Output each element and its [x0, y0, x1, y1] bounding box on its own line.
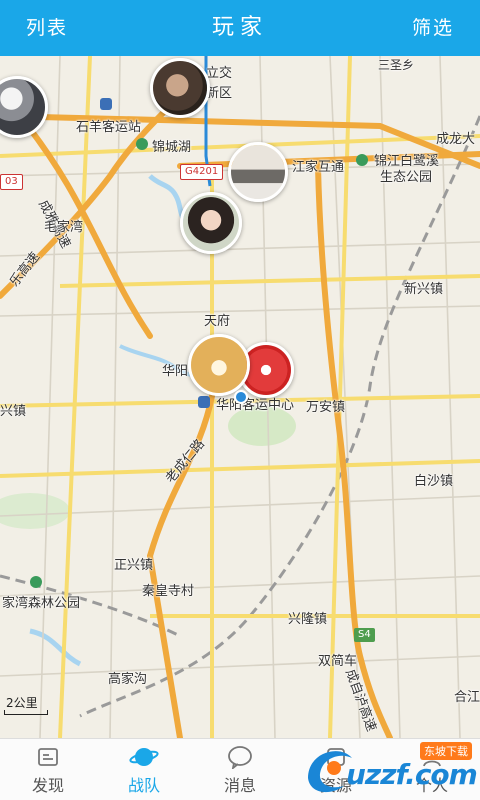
tab-discover[interactable]: 发现 — [0, 739, 96, 800]
tab-label: 个人 — [415, 775, 448, 795]
road-tag-03: 03 — [0, 174, 23, 190]
map-label-jinjiang-park2: 生态公园 — [380, 170, 433, 185]
bus-station-icon — [198, 396, 210, 408]
map-label-jiangjiahutong: 江家互通 — [292, 160, 345, 175]
map-label-qinhuang-temple: 秦皇寺村 — [142, 584, 195, 599]
map-label-xinxingzhen: 新兴镇 — [404, 282, 444, 297]
page-title: 玩家 — [211, 15, 268, 40]
map-label-gaojiagou: 高家沟 — [108, 672, 148, 687]
map-label-huayang-bus: 华阳客运中心 — [216, 398, 295, 413]
map-view[interactable]: 立交 新区 三圣乡 石羊客运站 锦城湖 成龙大 G4201 03 江家互通 锦江… — [0, 56, 480, 738]
top-app-bar: 列表 玩家 筛选 — [0, 0, 480, 56]
tab-label: 发现 — [31, 775, 64, 795]
map-label-hejiang: 合江 — [454, 690, 480, 705]
tab-resources[interactable]: 资源 — [288, 739, 384, 800]
park-icon — [136, 138, 148, 150]
park-icon — [356, 154, 368, 166]
map-label-shiyang-bus: 石羊客运站 — [76, 120, 142, 135]
map-label-jinchenghu: 锦城湖 — [152, 140, 192, 155]
map-label-xinglongzhen: 兴隆镇 — [288, 612, 328, 627]
tab-label: 战队 — [127, 775, 160, 795]
map-label-lijiao: 立交 — [206, 66, 233, 81]
map-label-chenglongda: 成龙大 — [436, 132, 476, 147]
map-label-huayang: 华阳 — [162, 364, 189, 379]
map-label-xingzhen-left: 兴镇 — [0, 404, 27, 419]
tab-personal[interactable]: 个人 — [384, 739, 480, 800]
tab-messages[interactable]: 消息 — [192, 739, 288, 800]
map-label-wananzhen: 万安镇 — [306, 400, 346, 415]
map-label-baishazhen: 白沙镇 — [414, 474, 454, 489]
bottom-tab-bar: 发现 战队 消息 资源 个人 — [0, 738, 480, 800]
team-planet-icon — [129, 744, 159, 770]
map-label-maojiawan: 毛家湾 — [44, 220, 84, 235]
person-icon — [420, 744, 444, 770]
location-pin-icon — [234, 390, 248, 404]
map-label-tianfu: 天府 — [204, 314, 231, 329]
map-label-shuangtongche: 双简车 — [318, 654, 358, 669]
park-icon — [30, 576, 42, 588]
discover-icon — [36, 744, 60, 770]
player-avatar[interactable] — [228, 142, 288, 202]
tab-team[interactable]: 战队 — [96, 739, 192, 800]
map-label-sanshengxiang: 三圣乡 — [378, 58, 415, 72]
bus-station-icon — [100, 98, 112, 110]
tab-label: 消息 — [223, 775, 256, 795]
map-scale-label: 2公里 — [6, 696, 38, 710]
road-tag-g4201: G4201 — [180, 164, 224, 180]
tab-label: 资源 — [319, 775, 352, 795]
map-label-forest-park: 家湾森林公园 — [2, 596, 81, 611]
map-label-zhengxingzhen: 正兴镇 — [114, 558, 154, 573]
resource-icon — [324, 744, 348, 770]
filter-button[interactable]: 筛选 — [412, 0, 454, 56]
player-avatar[interactable] — [188, 334, 250, 396]
player-avatar[interactable] — [180, 192, 242, 254]
player-avatar[interactable] — [150, 58, 210, 118]
message-icon — [227, 744, 253, 770]
list-button[interactable]: 列表 — [26, 0, 68, 56]
map-scale-bar — [4, 710, 48, 715]
road-tag-s4: S4 — [354, 628, 375, 642]
